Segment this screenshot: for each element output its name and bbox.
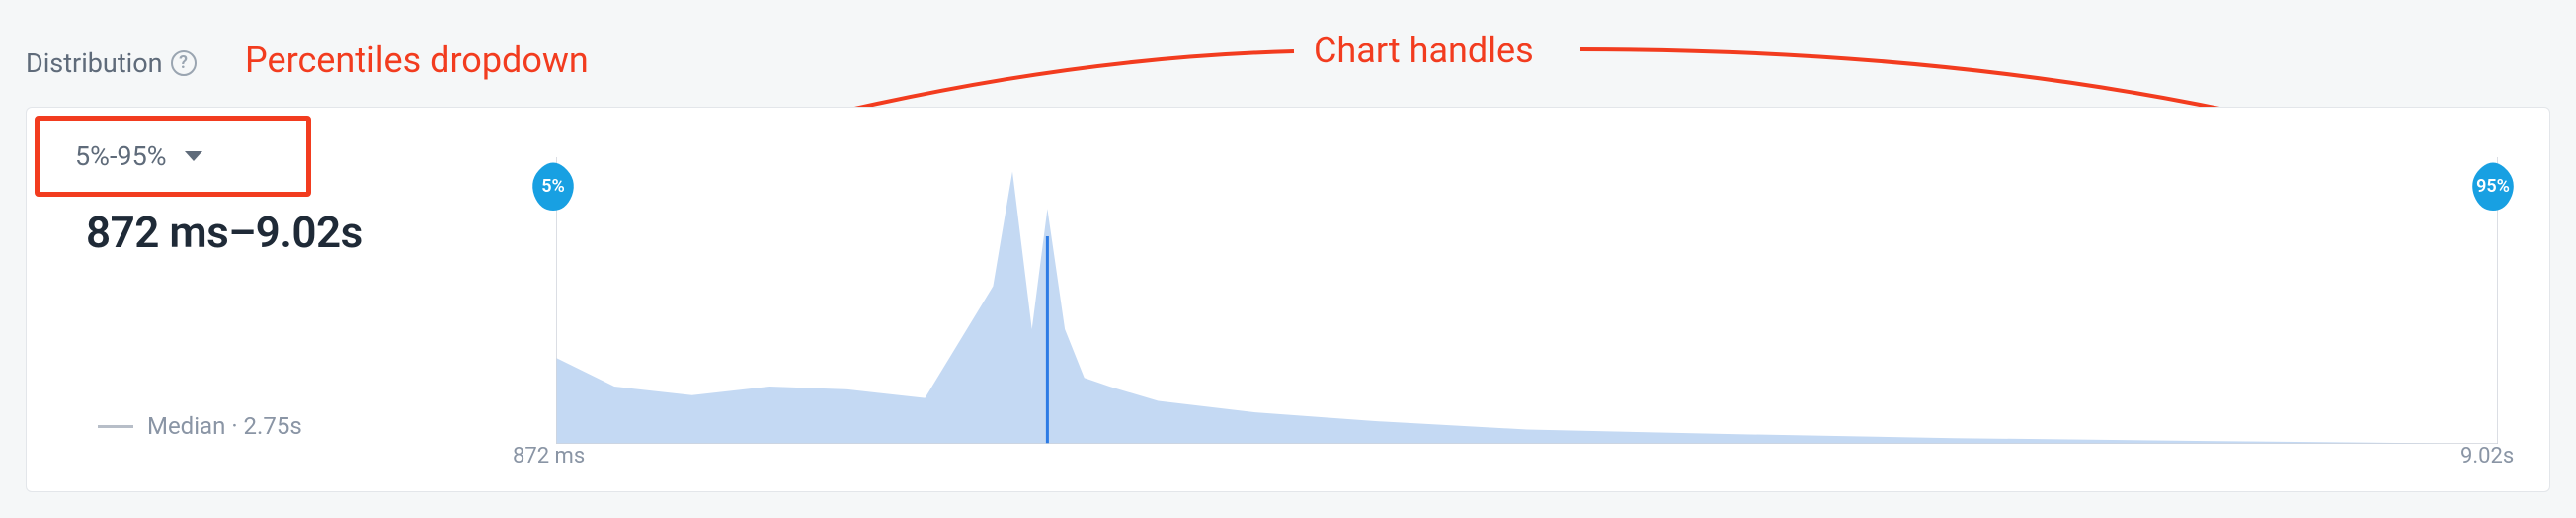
chart-handle-low[interactable]: 5% [528,161,578,211]
chart-handle-high-label: 95% [2476,176,2510,197]
x-axis-max-label: 9.02s [2460,444,2514,469]
median-label: Median · 2.75s [147,412,302,440]
distribution-card: 5%-95% 872 ms–9.02s Median · 2.75s 872 m… [26,107,2550,492]
annotation-handles-label: Chart handles [1314,30,1534,71]
section-title: Distribution [26,47,163,79]
chart-handle-high[interactable]: 95% [2468,161,2518,211]
annotation-dropdown-label: Percentiles dropdown [245,40,589,81]
section-header: Distribution ? [26,47,197,79]
help-icon[interactable]: ? [171,50,197,76]
chevron-down-icon [185,151,202,161]
median-swatch-icon [98,425,133,428]
range-value: 872 ms–9.02s [86,207,362,258]
percentiles-dropdown-label: 5%-95% [75,140,167,172]
chart-handle-low-label: 5% [541,176,565,197]
percentiles-dropdown[interactable]: 5%-95% [35,116,311,197]
distribution-chart [556,157,2498,444]
x-axis-min-label: 872 ms [513,444,585,469]
median-legend: Median · 2.75s [98,412,302,440]
